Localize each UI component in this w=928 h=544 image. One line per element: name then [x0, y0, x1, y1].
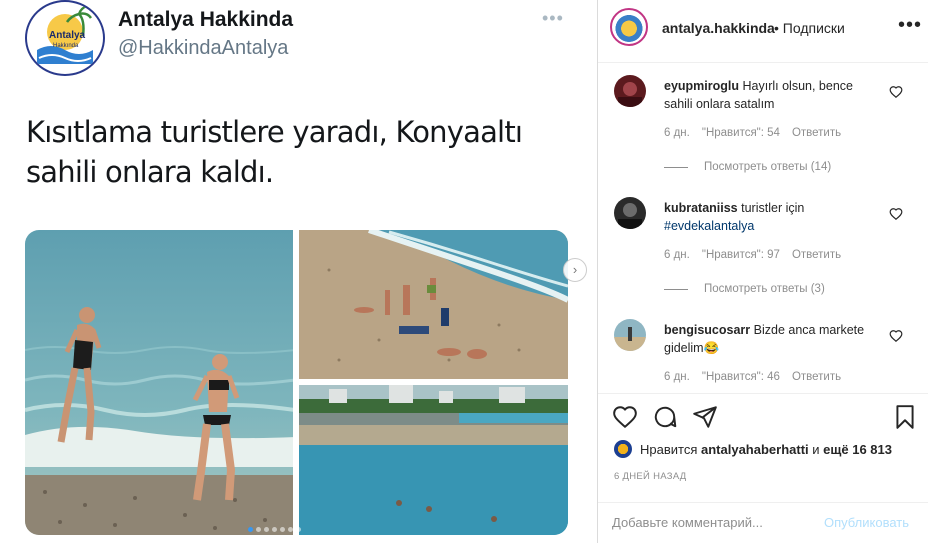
carousel-dot [280, 527, 285, 532]
tweet-avatar-logo: Antalya Hakkında [25, 0, 105, 76]
more-options-icon[interactable]: ••• [898, 14, 922, 37]
like-heart-icon[interactable] [612, 404, 638, 430]
replies-line [664, 166, 688, 168]
carousel-dot [248, 527, 253, 532]
comment-username[interactable]: kubrataniiss [664, 201, 738, 215]
view-replies-label: Посмотреть ответы (14) [704, 161, 832, 173]
view-replies-button[interactable]: Посмотреть ответы (3) [664, 283, 825, 295]
tweet-text: Kısıtlama turistlere yaradı, Konyaaltı s… [26, 115, 523, 189]
comment-username[interactable]: eyupmiroglu [664, 79, 739, 93]
carousel-next-button[interactable]: › [563, 258, 587, 282]
post-sidebar: antalya.hakkinda • Подписки ••• eyupmiro… [597, 0, 928, 543]
reply-button[interactable]: Ответить [792, 371, 841, 383]
comment-body: turistler için [741, 201, 805, 215]
instagram-post-view: Antalya Hakkında Antalya Hakkinda @Hakki… [0, 0, 928, 543]
reply-button[interactable]: Ответить [792, 249, 841, 261]
follow-status[interactable]: • Подписки [774, 20, 845, 36]
like-heart-icon[interactable] [889, 329, 903, 343]
photo-beach-sunbathers [299, 230, 568, 379]
author-username[interactable]: antalya.hakkinda [662, 20, 775, 36]
carousel-dot [288, 527, 293, 532]
carousel-dot [256, 527, 261, 532]
likes-mid: и [812, 441, 820, 457]
photo-sea-women [25, 230, 293, 535]
likes-summary: Нравится antalyahaberhatti и ещё 16 813 [614, 440, 892, 458]
like-heart-icon[interactable] [889, 207, 903, 221]
avatar[interactable] [614, 197, 646, 229]
comment-age: 6 дн. [664, 127, 690, 139]
carousel-dots [248, 527, 301, 532]
logo-subtext: Hakkında [53, 43, 79, 49]
avatar[interactable] [614, 319, 646, 351]
liker-username[interactable]: antalyahaberhatti [701, 442, 809, 457]
publish-button[interactable]: Опубликовать [824, 515, 909, 530]
view-replies-button[interactable]: Посмотреть ответы (14) [664, 161, 831, 173]
like-heart-icon[interactable] [889, 85, 903, 99]
author-avatar[interactable] [610, 8, 648, 46]
comment-likes[interactable]: "Нравится": 46 [702, 371, 780, 383]
avatar[interactable] [614, 75, 646, 107]
comment-likes[interactable]: "Нравится": 54 [702, 127, 780, 139]
comment-list: eyupmiroglu Hayırlı olsun, bence sahili … [598, 63, 928, 393]
tweet-photo-grid [25, 230, 568, 535]
tweet-more-icon: ••• [542, 8, 564, 28]
tweet-author-handle: @HakkindaAntalya [118, 37, 289, 59]
post-actions: Нравится antalyahaberhatti и ещё 16 813 … [598, 393, 928, 543]
comment-age: 6 дн. [664, 371, 690, 383]
bookmark-icon[interactable] [892, 404, 918, 430]
post-image[interactable]: Antalya Hakkında Antalya Hakkinda @Hakki… [0, 0, 597, 543]
comment-username[interactable]: bengisucosarr [664, 323, 750, 337]
likes-count[interactable]: ещё 16 813 [823, 442, 892, 457]
share-send-icon[interactable] [692, 404, 718, 430]
carousel-dot [272, 527, 277, 532]
view-replies-label: Посмотреть ответы (3) [704, 283, 825, 295]
comment-likes[interactable]: "Нравится": 97 [702, 249, 780, 261]
hashtag-link[interactable]: #evdekalantalya [664, 219, 754, 233]
comment-age: 6 дн. [664, 249, 690, 261]
liker-avatar[interactable] [614, 440, 632, 458]
post-header: antalya.hakkinda • Подписки ••• [598, 0, 928, 63]
add-comment-bar: Опубликовать [598, 502, 928, 544]
replies-line [664, 288, 688, 290]
carousel-dot [296, 527, 301, 532]
likes-prefix: Нравится [640, 441, 698, 457]
photo-coast-swimmers [299, 385, 568, 535]
logo-text: Antalya [49, 30, 86, 41]
comment-bubble-icon[interactable] [652, 404, 678, 430]
reply-button[interactable]: Ответить [792, 127, 841, 139]
carousel-dot [264, 527, 269, 532]
comment-input[interactable] [612, 515, 812, 530]
post-timestamp[interactable]: 6 ДНЕЙ НАЗАД [614, 471, 687, 482]
tweet-author-name: Antalya Hakkinda [118, 8, 294, 31]
